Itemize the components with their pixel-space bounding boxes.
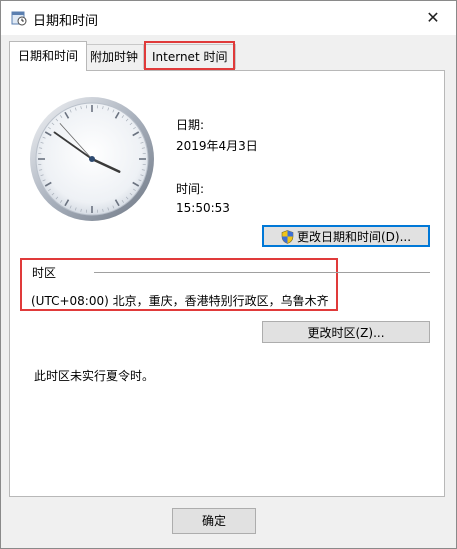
change-date-time-label: 更改日期和时间(D)... [296,230,412,244]
uac-shield-icon [281,229,294,244]
date-value: 2019年4月3日 [176,139,258,153]
tab-date-time[interactable]: 日期和时间 [9,41,88,71]
timezone-value: (UTC+08:00) 北京，重庆，香港特别行政区，乌鲁木齐 [31,294,329,308]
close-icon: ✕ [426,8,440,27]
tab-strip: 日期和时间 附加时钟 Internet 时间 [9,41,449,71]
title-bar: 日期和时间 ✕ [1,1,456,35]
clock-center [89,156,95,162]
tab-additional-clocks[interactable]: 附加时钟 [81,44,148,69]
date-time-panel: 日期: 2019年4月3日 时间: 15:50:53 更改日期和时间(D)...… [9,70,445,497]
date-label: 日期: [176,118,205,132]
tab-internet-time[interactable]: Internet 时间 [143,44,237,69]
analog-clock [30,97,154,221]
ok-button[interactable]: 确定 [172,508,256,534]
time-label: 时间: [176,182,205,196]
timezone-separator [94,272,430,273]
change-date-time-button[interactable]: 更改日期和时间(D)... [262,225,430,247]
ok-button-label: 确定 [201,514,226,528]
tab-date-time-label: 日期和时间 [18,49,79,63]
tab-additional-clocks-label: 附加时钟 [90,50,139,64]
time-value: 15:50:53 [176,201,230,215]
dst-note: 此时区未实行夏令时。 [34,369,155,383]
calendar-clock-icon [11,11,27,26]
change-timezone-label: 更改时区(Z)... [307,326,385,340]
timezone-section-label: 时区 [32,266,57,280]
window-title: 日期和时间 [33,14,99,29]
close-button[interactable]: ✕ [410,1,456,35]
tab-internet-time-label: Internet 时间 [152,50,228,64]
change-timezone-button[interactable]: 更改时区(Z)... [262,321,430,343]
date-time-dialog: 日期和时间 ✕ 日期和时间 附加时钟 Internet 时间 日期: 2019年… [0,0,457,549]
